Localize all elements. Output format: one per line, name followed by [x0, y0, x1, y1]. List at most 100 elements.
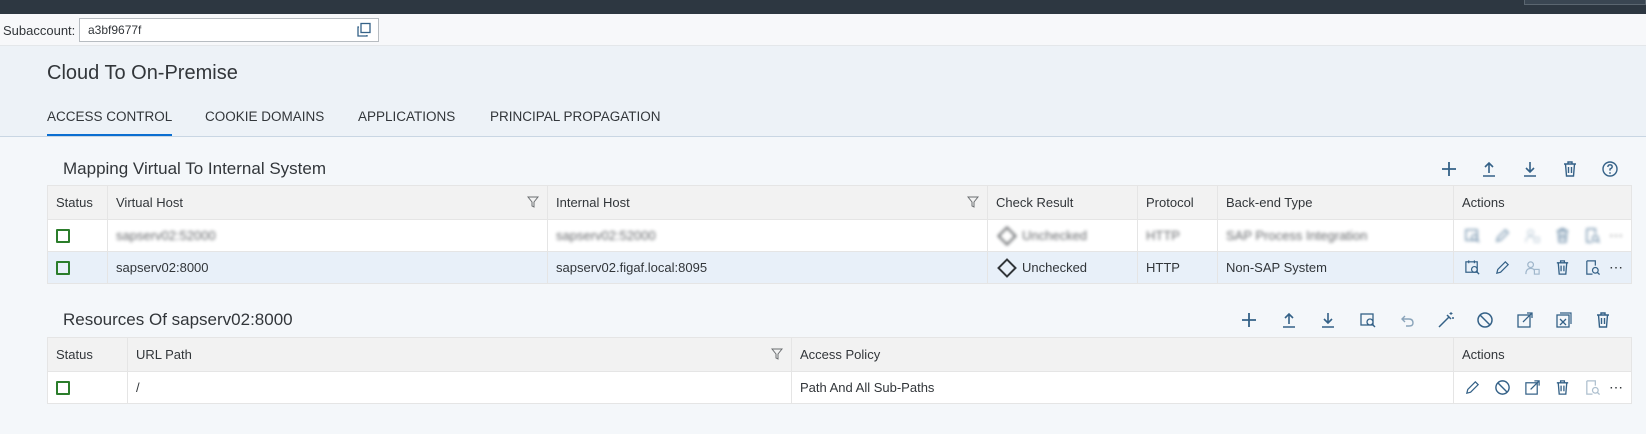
subaccount-field[interactable]: a3bf9677f [79, 18, 379, 42]
col-virtual-host[interactable]: Virtual Host [107, 185, 548, 220]
document-search-icon [1585, 228, 1600, 244]
undo-button[interactable] [1396, 309, 1418, 331]
tab-cookie-domains[interactable]: COOKIE DOMAINS [205, 104, 324, 134]
table-row[interactable]: sapserv02:52000 sapserv02:52000 Unchecke… [47, 219, 1632, 252]
col-internal-host-label: Internal Host [556, 195, 630, 210]
tab-access-control[interactable]: ACCESS CONTROL [47, 104, 173, 136]
pencil-icon [1496, 228, 1510, 243]
check-availability-button[interactable] [1462, 257, 1484, 279]
disable-button[interactable] [1474, 309, 1496, 331]
mapping-table: Status Virtual Host Internal Host Check … [47, 185, 1632, 284]
expand-button[interactable] [1514, 309, 1536, 331]
download-icon [1524, 162, 1536, 177]
filter-icon[interactable] [967, 196, 979, 208]
col-backend-type[interactable]: Back-end Type [1217, 185, 1454, 220]
import-resources-button[interactable] [1278, 309, 1300, 331]
protocol-cell: HTTP [1137, 219, 1218, 252]
col-url-path[interactable]: URL Path [127, 337, 792, 372]
document-search-icon [1585, 260, 1600, 276]
filter-icon[interactable] [527, 196, 539, 208]
col-check-result[interactable]: Check Result [987, 185, 1138, 220]
table-row[interactable]: / Path And All Sub-Paths ⋯ [47, 371, 1632, 404]
col-virtual-host-label: Virtual Host [116, 195, 183, 210]
export-mapping-button[interactable] [1519, 158, 1541, 180]
col-url-path-label: URL Path [136, 347, 192, 362]
remove-button[interactable] [1553, 309, 1575, 331]
col-access-policy[interactable]: Access Policy [791, 337, 1454, 372]
table-row[interactable]: sapserv02:8000 sapserv02.figaf.local:809… [47, 251, 1632, 284]
open-external-icon [1517, 312, 1533, 328]
protocol-cell: HTTP [1137, 251, 1218, 284]
add-resource-button[interactable] [1238, 309, 1260, 331]
unchecked-icon [997, 258, 1017, 279]
help-icon [1602, 161, 1618, 177]
export-resources-button[interactable] [1317, 309, 1339, 331]
virtual-host-cell: sapserv02:52000 [107, 219, 548, 252]
page-header: Cloud To On-Premise ACCESS CONTROL COOKI… [0, 46, 1646, 137]
col-protocol[interactable]: Protocol [1137, 185, 1218, 220]
tab-applications[interactable]: APPLICATIONS [358, 104, 455, 134]
pencil-icon [1466, 380, 1480, 395]
col-status[interactable]: Status [47, 185, 108, 220]
more-icon[interactable]: ⋯ [1609, 379, 1623, 396]
document-search-icon [1585, 380, 1600, 396]
more-icon[interactable]: ⋯ [1609, 227, 1623, 244]
mapping-toolbar [1438, 158, 1638, 182]
check-result-text: Unchecked [1022, 227, 1088, 243]
actions-cell: ⋯ [1453, 371, 1632, 404]
calendar-search-icon [1465, 260, 1480, 275]
trash-icon [1597, 312, 1609, 328]
delete-button[interactable] [1551, 257, 1573, 279]
add-mapping-button[interactable] [1438, 158, 1460, 180]
col-actions: Actions [1453, 337, 1632, 372]
more-icon[interactable]: ⋯ [1609, 259, 1623, 276]
check-result-cell: Unchecked [987, 219, 1138, 252]
mapping-section-title: Mapping Virtual To Internal System [63, 159, 327, 178]
status-icon [56, 381, 70, 396]
copy-icon[interactable] [356, 22, 372, 38]
edit-button[interactable] [1462, 377, 1484, 399]
check-availability-button[interactable] [1462, 225, 1484, 247]
download-icon [1322, 313, 1334, 328]
trash-icon [1556, 380, 1568, 395]
principal-button[interactable] [1522, 257, 1544, 279]
edit-button[interactable] [1492, 257, 1514, 279]
check-result-cell: Unchecked [987, 251, 1138, 284]
filter-icon[interactable] [771, 348, 783, 360]
delete-button[interactable] [1551, 377, 1573, 399]
actions-cell: ⋯ [1453, 251, 1632, 284]
magic-wand-icon [1438, 312, 1454, 328]
check-resources-button[interactable] [1357, 309, 1379, 331]
expand-button[interactable] [1522, 377, 1544, 399]
magic-wand-button[interactable] [1435, 309, 1457, 331]
pencil-icon [1496, 260, 1510, 275]
help-button[interactable] [1599, 158, 1621, 180]
page-title: Cloud To On-Premise [47, 62, 238, 84]
plus-icon [1242, 313, 1256, 327]
view-log-button[interactable] [1581, 225, 1603, 247]
shell-search-field[interactable] [1524, 0, 1646, 5]
view-log-button[interactable] [1581, 377, 1603, 399]
open-external-icon [1525, 380, 1540, 395]
actions-cell: ⋯ [1453, 219, 1632, 252]
calendar-search-icon [1465, 229, 1480, 243]
principal-button[interactable] [1522, 225, 1544, 247]
edit-button[interactable] [1492, 225, 1514, 247]
resources-toolbar [1238, 309, 1638, 333]
tab-principal-propagation[interactable]: PRINCIPAL PROPAGATION [490, 104, 661, 134]
disable-button[interactable] [1492, 377, 1514, 399]
col-actions: Actions [1453, 185, 1632, 220]
view-log-button[interactable] [1581, 257, 1603, 279]
col-internal-host[interactable]: Internal Host [547, 185, 988, 220]
internal-host-cell: sapserv02.figaf.local:8095 [547, 251, 988, 284]
resources-table: Status URL Path Access Policy Actions / … [47, 337, 1632, 404]
backend-type-cell: Non-SAP System [1217, 251, 1454, 284]
delete-all-mappings-button[interactable] [1559, 158, 1581, 180]
virtual-host-cell: sapserv02:8000 [107, 251, 548, 284]
block-icon [1477, 312, 1493, 328]
delete-button[interactable] [1551, 225, 1573, 247]
internal-host-cell: sapserv02:52000 [547, 219, 988, 252]
col-status[interactable]: Status [47, 337, 128, 372]
import-mapping-button[interactable] [1478, 158, 1500, 180]
delete-all-resources-button[interactable] [1592, 309, 1614, 331]
